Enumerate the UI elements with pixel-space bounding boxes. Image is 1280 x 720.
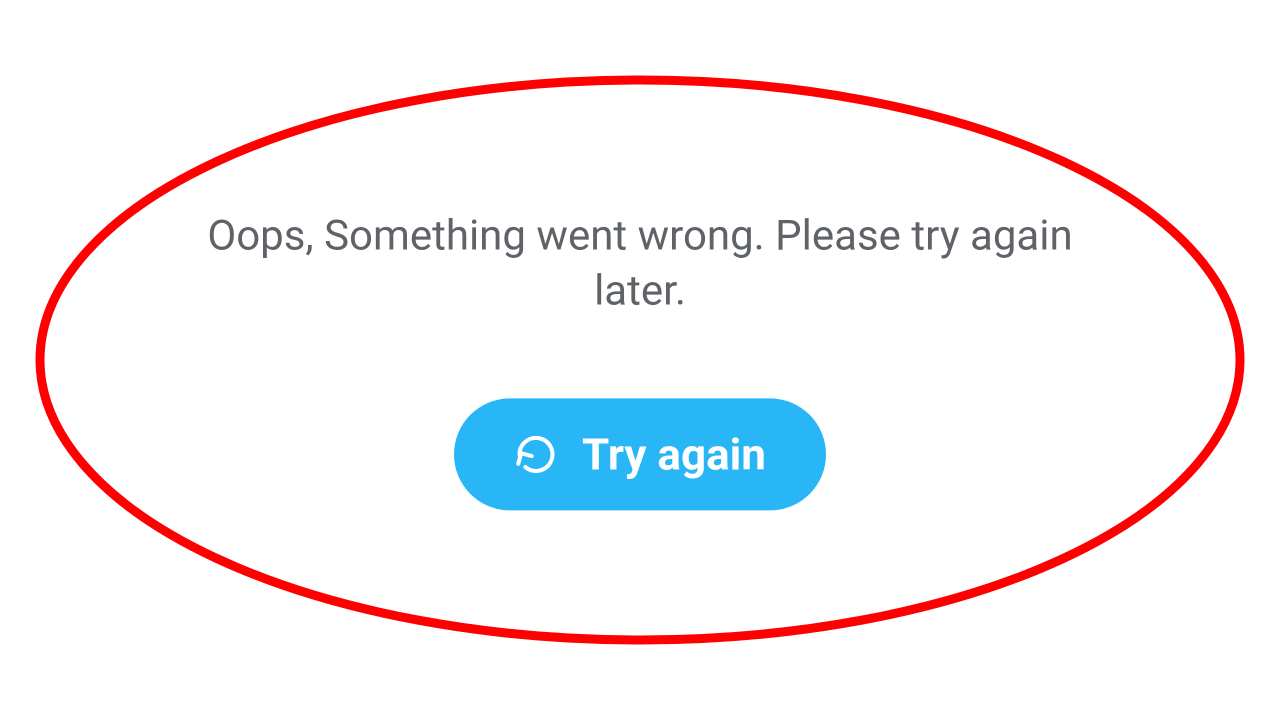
error-panel: Oops, Something went wrong. Please try a… xyxy=(190,209,1090,510)
retry-icon xyxy=(514,433,558,477)
try-again-label: Try again xyxy=(582,429,766,481)
try-again-button[interactable]: Try again xyxy=(454,399,826,511)
error-message: Oops, Something went wrong. Please try a… xyxy=(190,209,1090,318)
